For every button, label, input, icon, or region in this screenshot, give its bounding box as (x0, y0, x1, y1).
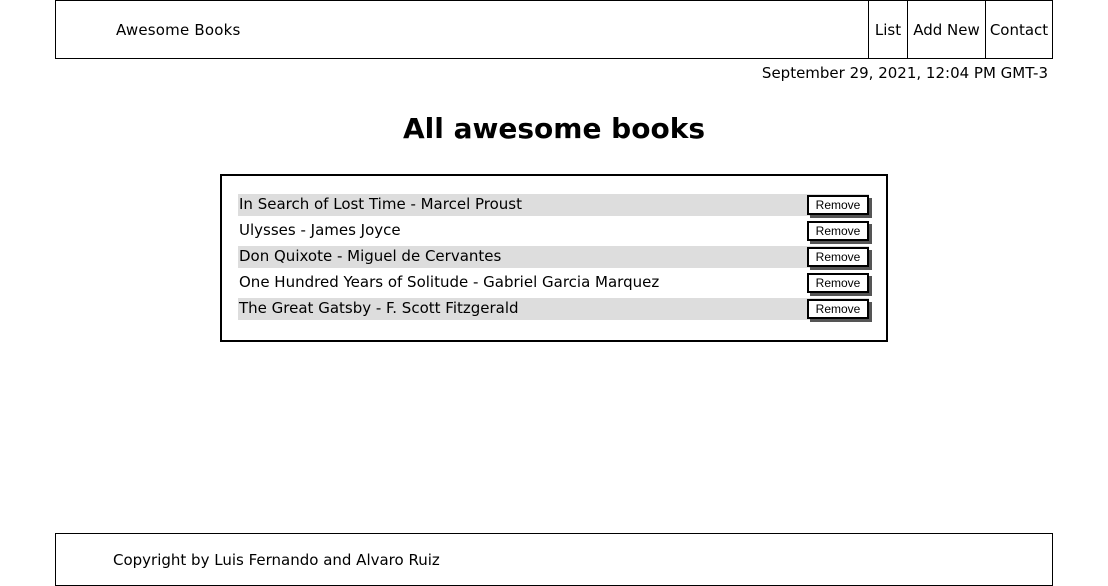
book-title-author: Ulysses - James Joyce (239, 221, 401, 239)
book-row-strip: The Great Gatsby - F. Scott Fitzgerald (238, 298, 869, 320)
remove-book-button[interactable]: Remove (807, 247, 869, 267)
book-title-author: Don Quixote - Miguel de Cervantes (239, 247, 502, 265)
book-title-author: One Hundred Years of Solitude - Gabriel … (239, 273, 660, 291)
nav-links: List Add New Contact (868, 1, 1052, 58)
book-row: Don Quixote - Miguel de Cervantes Remove (238, 246, 870, 272)
book-title-author: The Great Gatsby - F. Scott Fitzgerald (239, 299, 519, 317)
book-row: The Great Gatsby - F. Scott Fitzgerald R… (238, 298, 870, 324)
book-row-strip: Ulysses - James Joyce (238, 220, 869, 242)
navbar: Awesome Books List Add New Contact (55, 0, 1053, 59)
nav-link-list[interactable]: List (868, 1, 907, 58)
current-datetime: September 29, 2021, 12:04 PM GMT-3 (761, 64, 1048, 82)
copyright-text: Copyright by Luis Fernando and Alvaro Ru… (113, 550, 440, 569)
page-title: All awesome books (403, 112, 705, 145)
page: Awesome Books List Add New Contact Septe… (0, 0, 1108, 586)
book-list: In Search of Lost Time - Marcel Proust R… (220, 174, 888, 342)
book-row-strip: Don Quixote - Miguel de Cervantes (238, 246, 869, 268)
book-row-strip: In Search of Lost Time - Marcel Proust (238, 194, 869, 216)
nav-link-contact[interactable]: Contact (985, 1, 1052, 58)
remove-book-button[interactable]: Remove (807, 299, 869, 319)
footer: Copyright by Luis Fernando and Alvaro Ru… (55, 533, 1053, 586)
remove-book-button[interactable]: Remove (807, 273, 869, 293)
book-row: In Search of Lost Time - Marcel Proust R… (238, 194, 870, 220)
remove-book-button[interactable]: Remove (807, 221, 869, 241)
book-title-author: In Search of Lost Time - Marcel Proust (239, 195, 523, 213)
book-row: One Hundred Years of Solitude - Gabriel … (238, 272, 870, 298)
book-row: Ulysses - James Joyce Remove (238, 220, 870, 246)
brand-logo: Awesome Books (116, 20, 241, 39)
remove-book-button[interactable]: Remove (807, 195, 869, 215)
book-row-strip: One Hundred Years of Solitude - Gabriel … (238, 272, 869, 294)
nav-link-add-new[interactable]: Add New (907, 1, 985, 58)
